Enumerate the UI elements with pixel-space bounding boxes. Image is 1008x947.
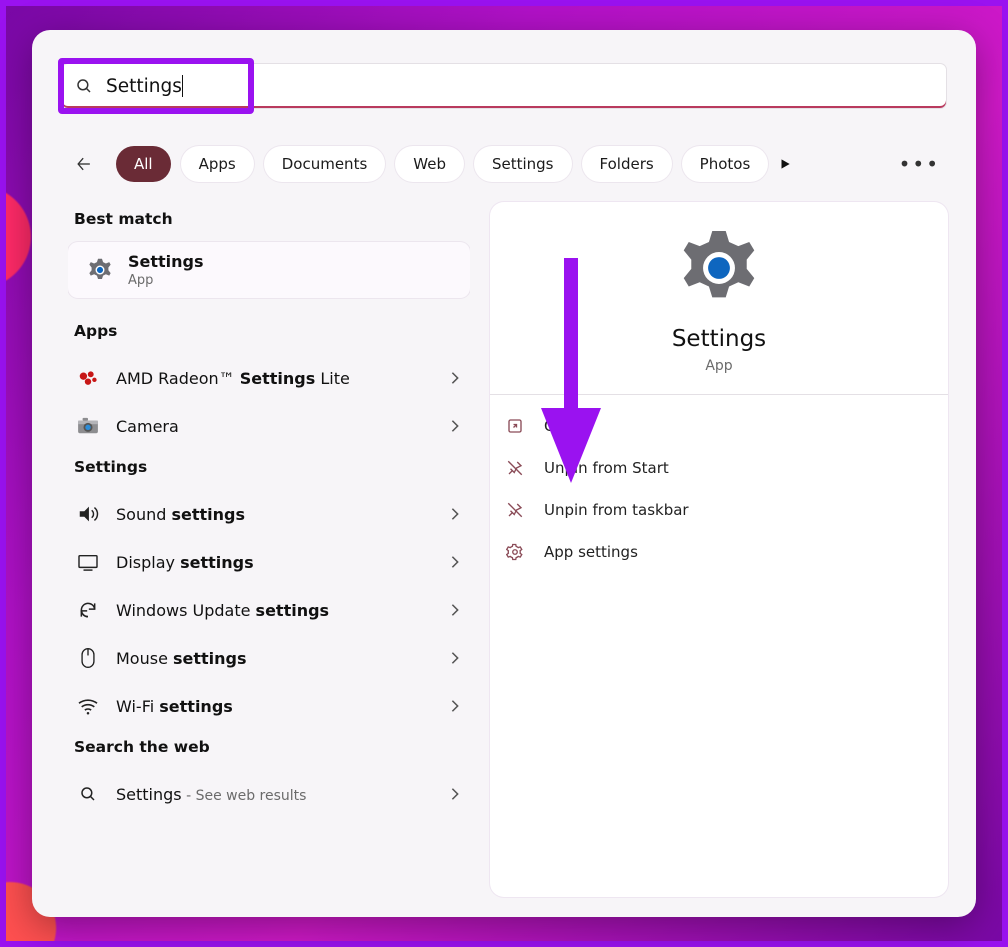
search-icon [76, 782, 100, 806]
app-result-label: Camera [116, 417, 434, 436]
filter-web[interactable]: Web [395, 146, 464, 182]
setting-result-wifi[interactable]: Wi-Fi settings [68, 682, 470, 730]
filter-label: Web [413, 155, 446, 173]
filter-tabs: All Apps Documents Web Settings Folders … [68, 142, 940, 186]
display-icon [76, 550, 100, 574]
chevron-right-icon [450, 651, 460, 665]
best-match-text: Settings App [128, 252, 204, 288]
action-label: Open [544, 417, 584, 435]
setting-result-label: Mouse settings [116, 649, 434, 668]
best-match-subtitle: App [128, 273, 204, 288]
filter-all[interactable]: All [116, 146, 171, 182]
action-label: Unpin from taskbar [544, 501, 689, 519]
setting-result-mouse[interactable]: Mouse settings [68, 634, 470, 682]
section-heading-best-match: Best match [68, 202, 470, 242]
gear-outline-icon [504, 541, 526, 563]
filter-label: Folders [600, 155, 654, 173]
filter-settings[interactable]: Settings [474, 146, 572, 182]
chevron-right-icon [450, 787, 460, 801]
web-result-settings[interactable]: Settings - See web results [68, 770, 470, 818]
amd-icon [76, 366, 100, 390]
mouse-icon [76, 646, 100, 670]
chevron-right-icon [450, 699, 460, 713]
wifi-icon [76, 694, 100, 718]
unpin-icon [504, 457, 526, 479]
search-input-text[interactable]: Settings [106, 76, 182, 97]
setting-result-label: Windows Update settings [116, 601, 434, 620]
details-hero: Settings App [490, 226, 948, 395]
filter-label: All [134, 155, 153, 173]
chevron-right-icon [450, 371, 460, 385]
sound-icon [76, 502, 100, 526]
section-heading-web: Search the web [68, 730, 470, 770]
start-search-panel: Settings All Apps Documents Web Settings… [32, 30, 976, 917]
setting-result-label: Display settings [116, 553, 434, 572]
filter-photos[interactable]: Photos [682, 146, 769, 182]
filter-label: Apps [199, 155, 236, 173]
action-label: App settings [544, 543, 638, 561]
setting-result-label: Sound settings [116, 505, 434, 524]
action-app-settings[interactable]: App settings [500, 531, 938, 573]
setting-result-sound[interactable]: Sound settings [68, 490, 470, 538]
action-label: Unpin from Start [544, 459, 669, 477]
web-result-label: Settings - See web results [116, 785, 434, 804]
open-icon [504, 415, 526, 437]
search-bar[interactable]: Settings [62, 64, 946, 108]
camera-icon [76, 414, 100, 438]
filter-folders[interactable]: Folders [582, 146, 672, 182]
action-unpin-taskbar[interactable]: Unpin from taskbar [500, 489, 938, 531]
gear-icon [86, 256, 114, 284]
filter-label: Photos [700, 155, 751, 173]
action-open[interactable]: Open [500, 405, 938, 447]
filter-label: Settings [492, 155, 554, 173]
setting-result-update[interactable]: Windows Update settings [68, 586, 470, 634]
chevron-right-icon [450, 555, 460, 569]
app-result-camera[interactable]: Camera [68, 402, 470, 450]
best-match-result[interactable]: Settings App [68, 242, 470, 298]
filter-apps[interactable]: Apps [181, 146, 254, 182]
chevron-right-icon [450, 507, 460, 521]
results-column: Best match Settings App Apps AMD Radeon™… [68, 202, 470, 897]
app-result-label: AMD Radeon™ Settings Lite [116, 369, 434, 388]
gear-icon [677, 226, 761, 310]
chevron-right-icon [450, 603, 460, 617]
overflow-next-icon[interactable] [778, 157, 792, 171]
update-icon [76, 598, 100, 622]
filter-label: Documents [282, 155, 368, 173]
search-icon [62, 77, 106, 95]
more-icon[interactable]: ••• [899, 152, 940, 176]
section-heading-apps: Apps [68, 314, 470, 354]
setting-result-display[interactable]: Display settings [68, 538, 470, 586]
chevron-right-icon [450, 419, 460, 433]
details-title: Settings [672, 326, 766, 352]
setting-result-label: Wi-Fi settings [116, 697, 434, 716]
app-result-amd[interactable]: AMD Radeon™ Settings Lite [68, 354, 470, 402]
filter-documents[interactable]: Documents [264, 146, 386, 182]
best-match-title: Settings [128, 252, 204, 271]
section-heading-settings: Settings [68, 450, 470, 490]
details-subtitle: App [705, 358, 732, 374]
details-panel: Settings App Open Unpin from Start Unpin… [490, 202, 948, 897]
details-actions: Open Unpin from Start Unpin from taskbar… [490, 395, 948, 573]
unpin-icon [504, 499, 526, 521]
back-button[interactable] [68, 148, 100, 180]
action-unpin-start[interactable]: Unpin from Start [500, 447, 938, 489]
